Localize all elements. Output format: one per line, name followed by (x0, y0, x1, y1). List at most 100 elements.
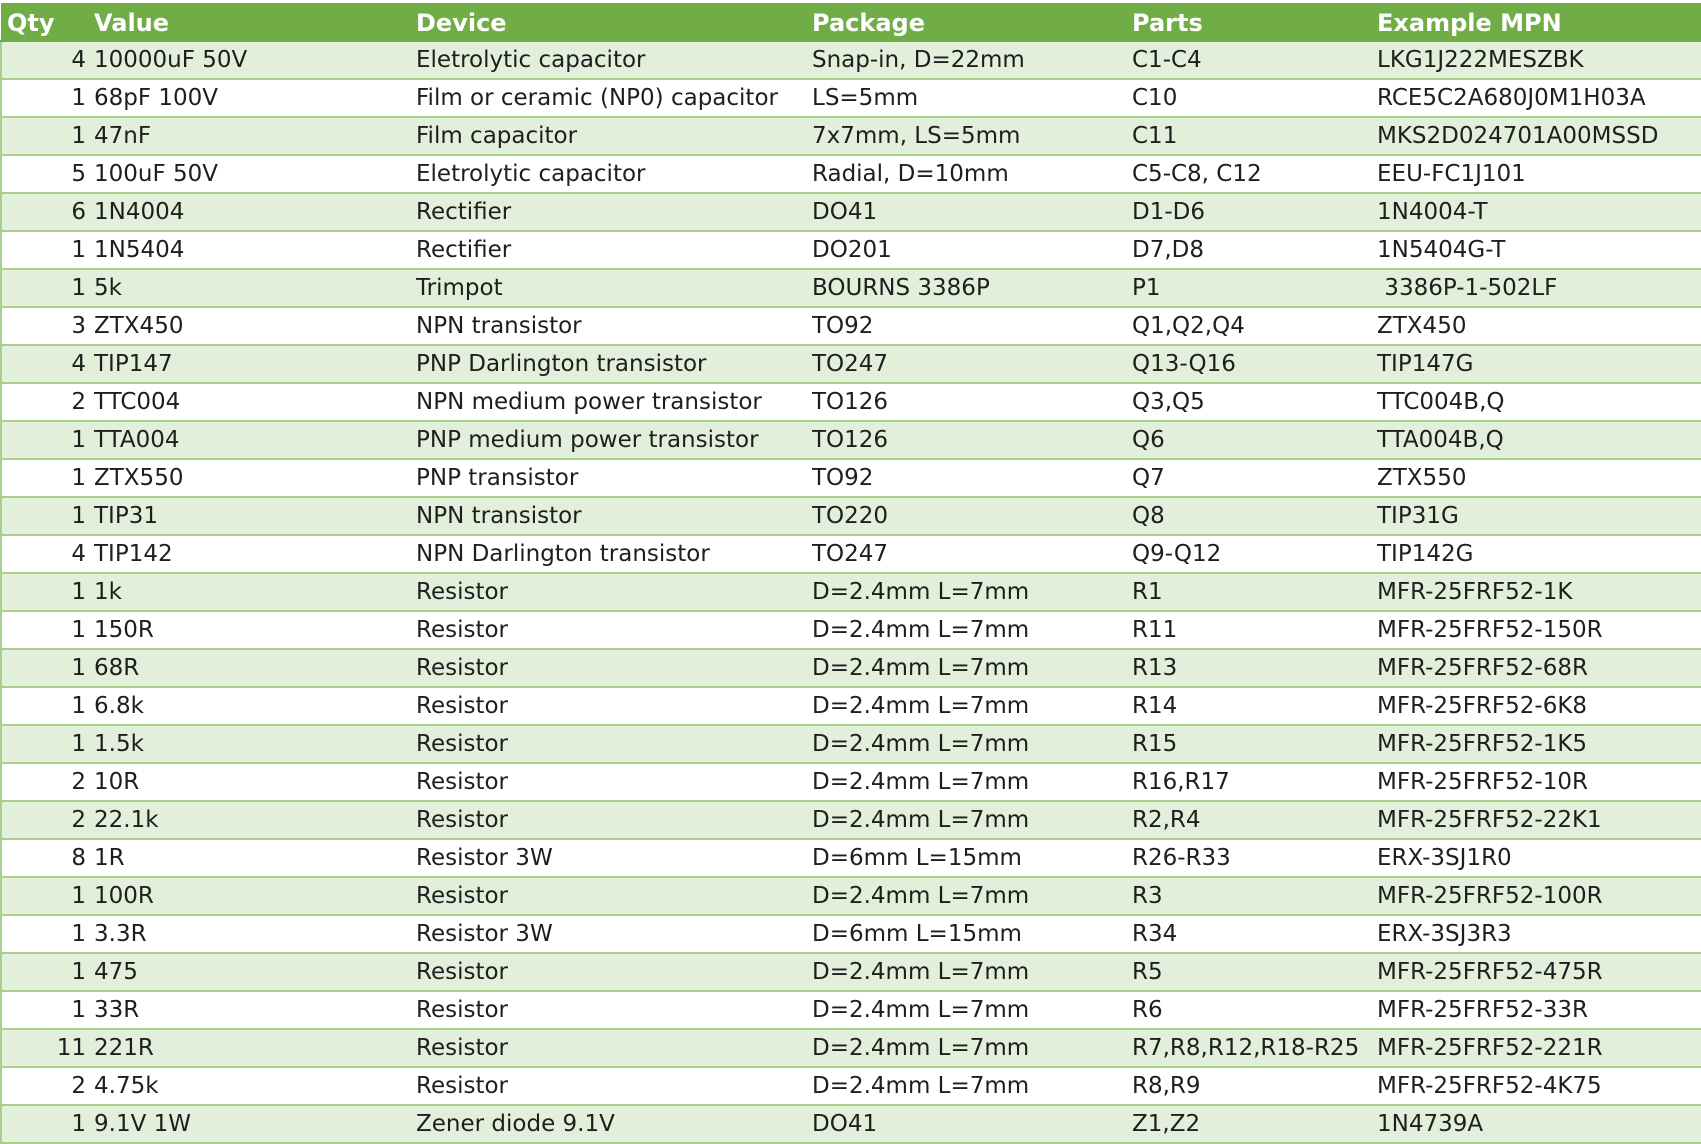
cell-parts: R8,R9 (1132, 1067, 1377, 1106)
cell-device: NPN transistor (416, 497, 812, 536)
cell-qty: 4 (0, 535, 94, 574)
table-row: 6 1N4004 Rectifier DO41 D1-D6 1N4004-T (0, 193, 1701, 232)
cell-qty: 1 (0, 649, 94, 688)
cell-value: 47nF (94, 117, 416, 156)
table-row: 1 9.1V 1W Zener diode 9.1V DO41 Z1,Z2 1N4739A (0, 1105, 1701, 1144)
cell-parts: D7,D8 (1132, 231, 1377, 270)
table-row: 8 1R Resistor 3W D=6mm L=15mm R26-R33 ERX-3SJ… (0, 839, 1701, 878)
cell-qty: 1 (0, 1105, 94, 1144)
cell-value: 1N5404 (94, 231, 416, 270)
cell-package: DO41 (812, 1105, 1132, 1144)
cell-parts: R15 (1132, 725, 1377, 764)
cell-value: 221R (94, 1029, 416, 1068)
cell-qty: 1 (0, 459, 94, 498)
cell-value: 4.75k (94, 1067, 416, 1106)
cell-package: 7x7mm, LS=5mm (812, 117, 1132, 156)
cell-package: D=2.4mm L=7mm (812, 763, 1132, 802)
table-row: 1 TTA004 PNP medium power transistor TO126 Q… (0, 421, 1701, 460)
cell-qty: 8 (0, 839, 94, 878)
cell-parts: R7,R8,R12,R18-R25 (1132, 1029, 1377, 1068)
cell-parts: R13 (1132, 649, 1377, 688)
cell-example-mpn: TTA004B,Q (1377, 421, 1701, 460)
table-row: 1 100R Resistor D=2.4mm L=7mm R3 MFR-25FRF52-… (0, 877, 1701, 916)
cell-device: NPN Darlington transistor (416, 535, 812, 574)
table-row: 1 47nF Film capacitor 7x7mm, LS=5mm C11 MKS2D… (0, 117, 1701, 156)
cell-device: Rectifier (416, 231, 812, 270)
cell-value: 1k (94, 573, 416, 612)
cell-example-mpn: MFR-25FRF52-1K (1377, 573, 1701, 612)
table-row: 1 475 Resistor D=2.4mm L=7mm R5 MFR-25FRF52-4… (0, 953, 1701, 992)
header-value: Value (94, 3, 416, 42)
cell-value: 150R (94, 611, 416, 650)
cell-qty: 4 (0, 345, 94, 384)
cell-parts: R34 (1132, 915, 1377, 954)
cell-package: D=6mm L=15mm (812, 915, 1132, 954)
cell-parts: R26-R33 (1132, 839, 1377, 878)
table-row: 1 1.5k Resistor D=2.4mm L=7mm R15 MFR-25FRF52… (0, 725, 1701, 764)
cell-parts: Z1,Z2 (1132, 1105, 1377, 1144)
table-row: 1 68pF 100V Film or ceramic (NP0) capacito… (0, 79, 1701, 118)
cell-example-mpn: EEU-FC1J101 (1377, 155, 1701, 194)
cell-parts: R16,R17 (1132, 763, 1377, 802)
cell-qty: 2 (0, 1067, 94, 1106)
cell-example-mpn: MFR-25FRF52-22K1 (1377, 801, 1701, 840)
cell-example-mpn: MFR-25FRF52-221R (1377, 1029, 1701, 1068)
cell-package: D=2.4mm L=7mm (812, 1029, 1132, 1068)
cell-package: TO92 (812, 307, 1132, 346)
cell-value: TIP31 (94, 497, 416, 536)
cell-value: 22.1k (94, 801, 416, 840)
table-row: 1 6.8k Resistor D=2.4mm L=7mm R14 MFR-25FRF52… (0, 687, 1701, 726)
cell-package: D=2.4mm L=7mm (812, 573, 1132, 612)
cell-qty: 1 (0, 421, 94, 460)
cell-device: Resistor (416, 801, 812, 840)
cell-value: 5k (94, 269, 416, 308)
table-row: 1 1N5404 Rectifier DO201 D7,D8 1N5404G-T (0, 231, 1701, 270)
cell-package: D=2.4mm L=7mm (812, 801, 1132, 840)
cell-device: Zener diode 9.1V (416, 1105, 812, 1144)
cell-package: D=2.4mm L=7mm (812, 725, 1132, 764)
table-row: 1 5k Trimpot BOURNS 3386P P1 3386P-1-502LF (0, 269, 1701, 308)
cell-device: Trimpot (416, 269, 812, 308)
cell-value: 10R (94, 763, 416, 802)
cell-qty: 1 (0, 231, 94, 270)
cell-value: TTA004 (94, 421, 416, 460)
cell-qty: 1 (0, 725, 94, 764)
table-body: 4 10000uF 50V Eletrolytic capacitor Snap-in… (0, 41, 1701, 1144)
cell-example-mpn: MFR-25FRF52-475R (1377, 953, 1701, 992)
cell-package: DO201 (812, 231, 1132, 270)
cell-qty: 11 (0, 1029, 94, 1068)
cell-parts: D1-D6 (1132, 193, 1377, 232)
table-row: 2 4.75k Resistor D=2.4mm L=7mm R8,R9 MFR-25FR… (0, 1067, 1701, 1106)
cell-device: Eletrolytic capacitor (416, 41, 812, 80)
cell-package: TO220 (812, 497, 1132, 536)
cell-package: D=2.4mm L=7mm (812, 649, 1132, 688)
cell-package: D=6mm L=15mm (812, 839, 1132, 878)
cell-package: TO126 (812, 383, 1132, 422)
cell-device: NPN transistor (416, 307, 812, 346)
header-parts: Parts (1132, 3, 1377, 42)
cell-qty: 1 (0, 269, 94, 308)
table-row: 1 68R Resistor D=2.4mm L=7mm R13 MFR-25FRF52-… (0, 649, 1701, 688)
cell-value: 1R (94, 839, 416, 878)
cell-device: Resistor (416, 1067, 812, 1106)
cell-parts: P1 (1132, 269, 1377, 308)
cell-example-mpn: ERX-3SJ3R3 (1377, 915, 1701, 954)
cell-package: D=2.4mm L=7mm (812, 991, 1132, 1030)
cell-example-mpn: MFR-25FRF52-6K8 (1377, 687, 1701, 726)
cell-parts: R5 (1132, 953, 1377, 992)
table-row: 2 10R Resistor D=2.4mm L=7mm R16,R17 MFR-25FR… (0, 763, 1701, 802)
cell-device: Resistor (416, 1029, 812, 1068)
cell-qty: 3 (0, 307, 94, 346)
cell-qty: 2 (0, 801, 94, 840)
cell-value: 68pF 100V (94, 79, 416, 118)
cell-example-mpn: TTC004B,Q (1377, 383, 1701, 422)
cell-qty: 1 (0, 877, 94, 916)
cell-package: D=2.4mm L=7mm (812, 687, 1132, 726)
cell-package: D=2.4mm L=7mm (812, 877, 1132, 916)
table-row: 3 ZTX450 NPN transistor TO92 Q1,Q2,Q4 ZTX450 (0, 307, 1701, 346)
table-row: 4 10000uF 50V Eletrolytic capacitor Snap-in… (0, 41, 1701, 80)
cell-package: TO92 (812, 459, 1132, 498)
cell-parts: Q6 (1132, 421, 1377, 460)
table-row: 5 100uF 50V Eletrolytic capacitor Radial, D… (0, 155, 1701, 194)
cell-device: Resistor (416, 953, 812, 992)
